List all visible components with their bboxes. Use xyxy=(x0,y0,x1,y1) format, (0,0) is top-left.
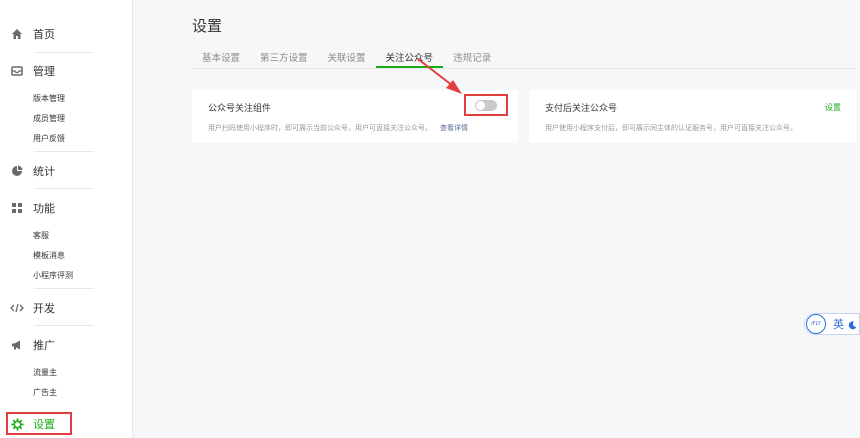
annotation-arrow xyxy=(417,58,462,94)
app-root: 首页 管理 版本管理 成员管理 用户反馈 统计 功能 客服 模板消息 小程序评测… xyxy=(0,0,860,438)
language-indicator: 英 xyxy=(833,318,844,331)
ifly-input-widget[interactable]: iFLY 英 xyxy=(804,313,860,335)
ifly-logo-icon: iFLY xyxy=(806,314,826,334)
moon-icon xyxy=(848,315,857,334)
